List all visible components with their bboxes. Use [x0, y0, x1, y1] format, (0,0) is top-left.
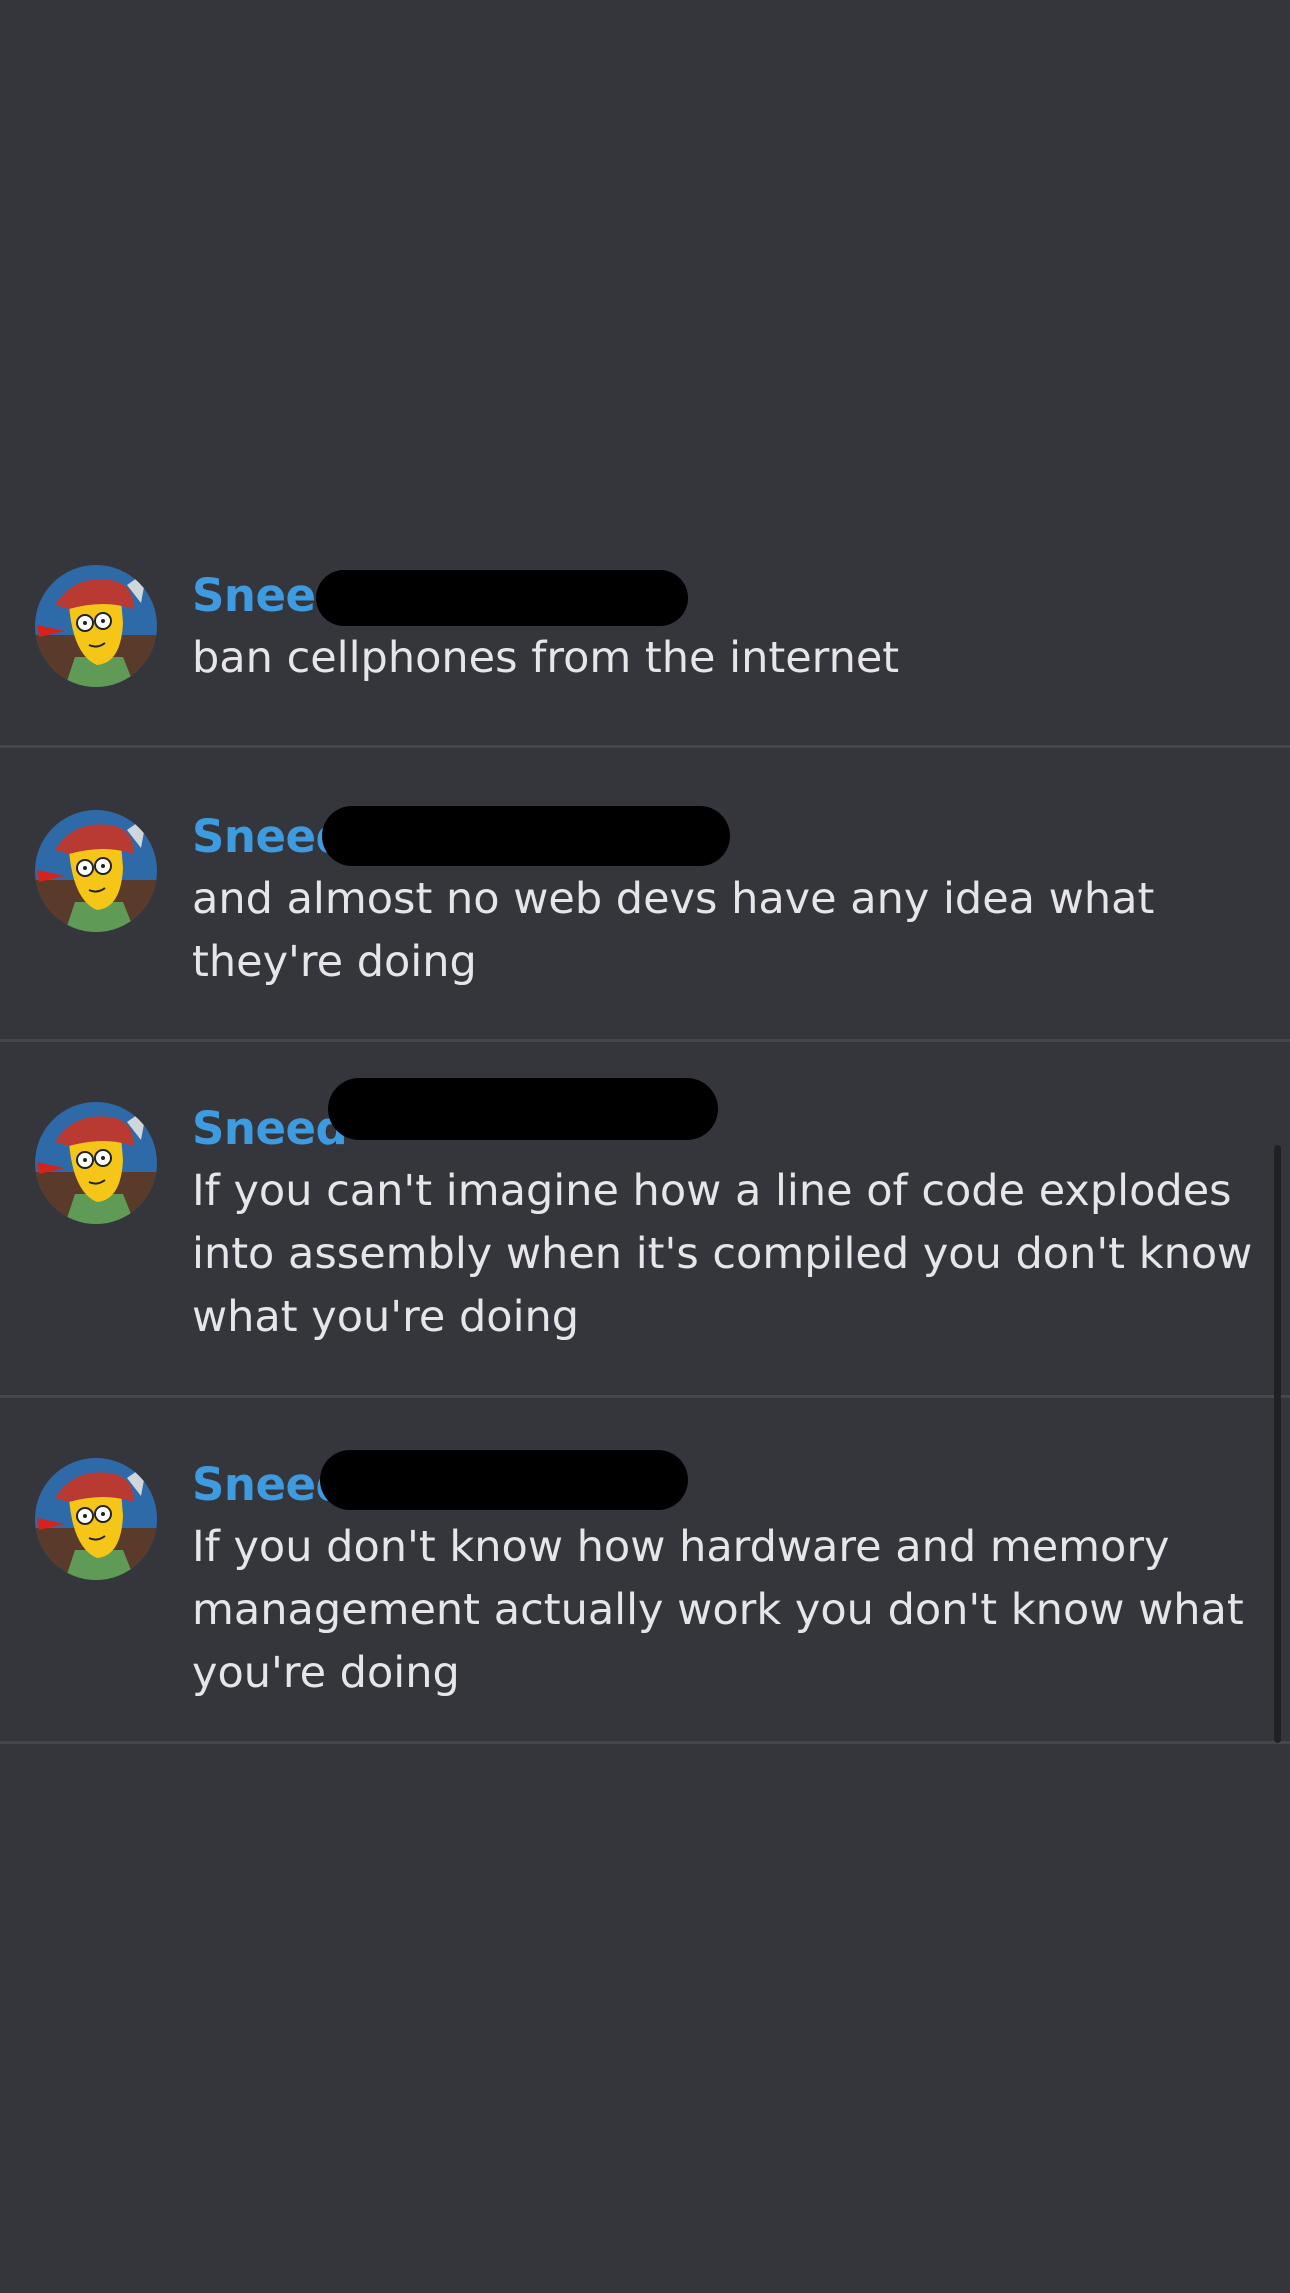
redaction-mark: [322, 806, 730, 866]
message-text: If you can't imagine how a line of code …: [192, 1166, 1253, 1342]
message-divider: [0, 1395, 1290, 1398]
redaction-mark: [328, 1078, 718, 1140]
message-divider: [0, 745, 1290, 748]
chat-screen: Sneed ban cellphones from the internet S…: [0, 0, 1290, 2293]
message-divider: [0, 1039, 1290, 1042]
redaction-mark: [320, 1450, 688, 1510]
avatar[interactable]: [35, 565, 157, 687]
avatar[interactable]: [35, 1458, 157, 1580]
cartoon-avatar-icon: [35, 1458, 157, 1580]
chat-message[interactable]: Sneed If you can't imagine how a line of…: [0, 1078, 1290, 1398]
chat-message[interactable]: Sneed and almost no web devs have any id…: [0, 806, 1290, 1042]
chat-message[interactable]: Sneed ban cellphones from the internet: [0, 565, 1290, 748]
chat-message[interactable]: Sneed If you don't know how hardware and…: [0, 1450, 1290, 1744]
message-divider: [0, 1741, 1290, 1744]
message-text: and almost no web devs have any idea wha…: [192, 874, 1155, 987]
cartoon-avatar-icon: [35, 810, 157, 932]
cartoon-avatar-icon: [35, 565, 157, 687]
avatar[interactable]: [35, 1102, 157, 1224]
scrollbar[interactable]: [1274, 1145, 1281, 1743]
avatar[interactable]: [35, 810, 157, 932]
redaction-mark: [316, 570, 688, 626]
message-text: If you don't know how hardware and memor…: [192, 1522, 1244, 1698]
message-text: ban cellphones from the internet: [192, 633, 900, 683]
cartoon-avatar-icon: [35, 1102, 157, 1224]
username[interactable]: Sneed: [192, 1102, 348, 1155]
